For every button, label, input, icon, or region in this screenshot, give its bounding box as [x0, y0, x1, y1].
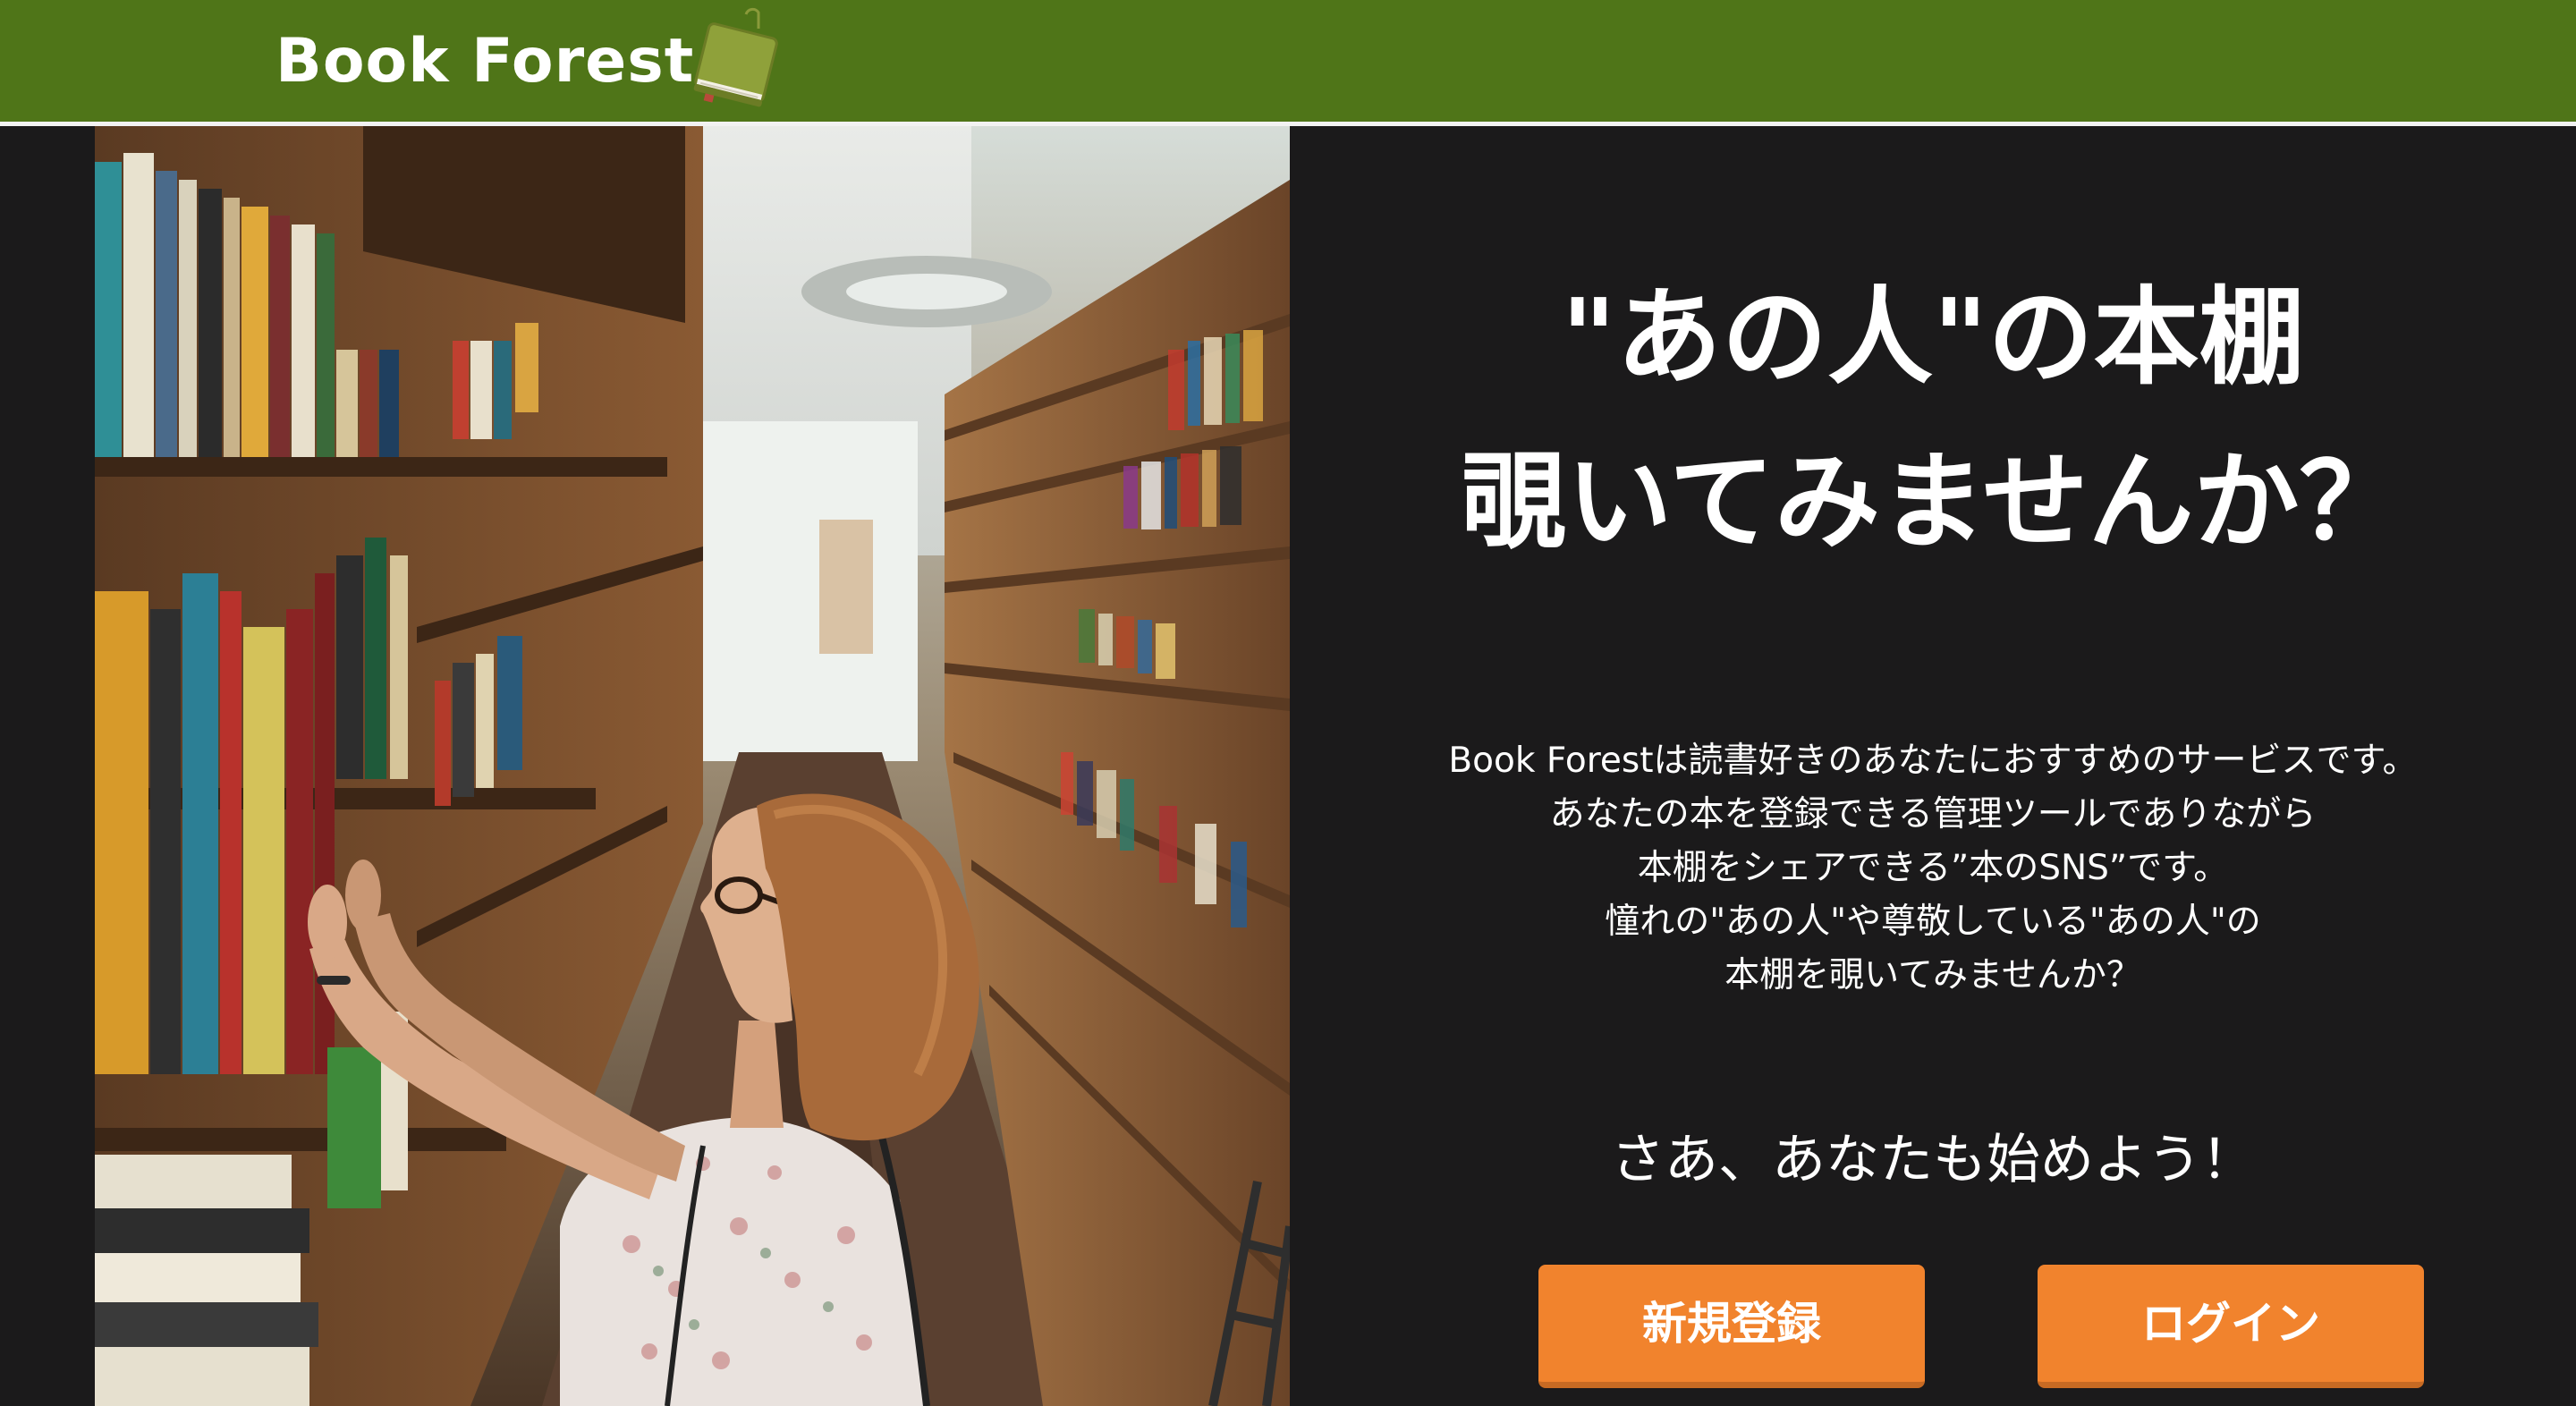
description-line: 憧れの"あの人"や尊敬している"あの人"の	[1605, 902, 2261, 942]
site-header: Book Forest	[0, 0, 2576, 126]
description-line: 本棚をシェアできる”本のSNS”です。	[1637, 848, 2229, 888]
service-description: Book Forestは読書好きのあなたにおすすめのサービスです。 あなたの本を…	[1290, 734, 2576, 1003]
headline-line-1: "あの人"の本棚	[1561, 275, 2305, 399]
hero-content-panel: "あの人"の本棚 覗いてみませんか？ Book Forestは読書好きのあなたに…	[1290, 126, 2576, 1406]
register-button[interactable]: 新規登録	[1538, 1265, 1925, 1388]
login-button[interactable]: ログイン	[2038, 1265, 2424, 1388]
site-logo-text[interactable]: Book Forest	[275, 21, 694, 102]
hero-library-photo	[95, 126, 1290, 1406]
call-to-action-text: さあ、あなたも始めよう！	[1611, 1129, 2255, 1191]
hero-headline: "あの人"の本棚 覗いてみませんか？	[1290, 255, 2576, 584]
book-icon[interactable]	[683, 5, 791, 116]
description-line: あなたの本を登録できる管理ツールでありながら	[1549, 794, 2317, 834]
description-line: 本棚を覗いてみませんか？	[1724, 955, 2141, 995]
headline-line-2: 覗いてみませんか？	[1461, 440, 2405, 563]
description-line: Book Forestは読書好きのあなたにおすすめのサービスです。	[1448, 741, 2418, 781]
